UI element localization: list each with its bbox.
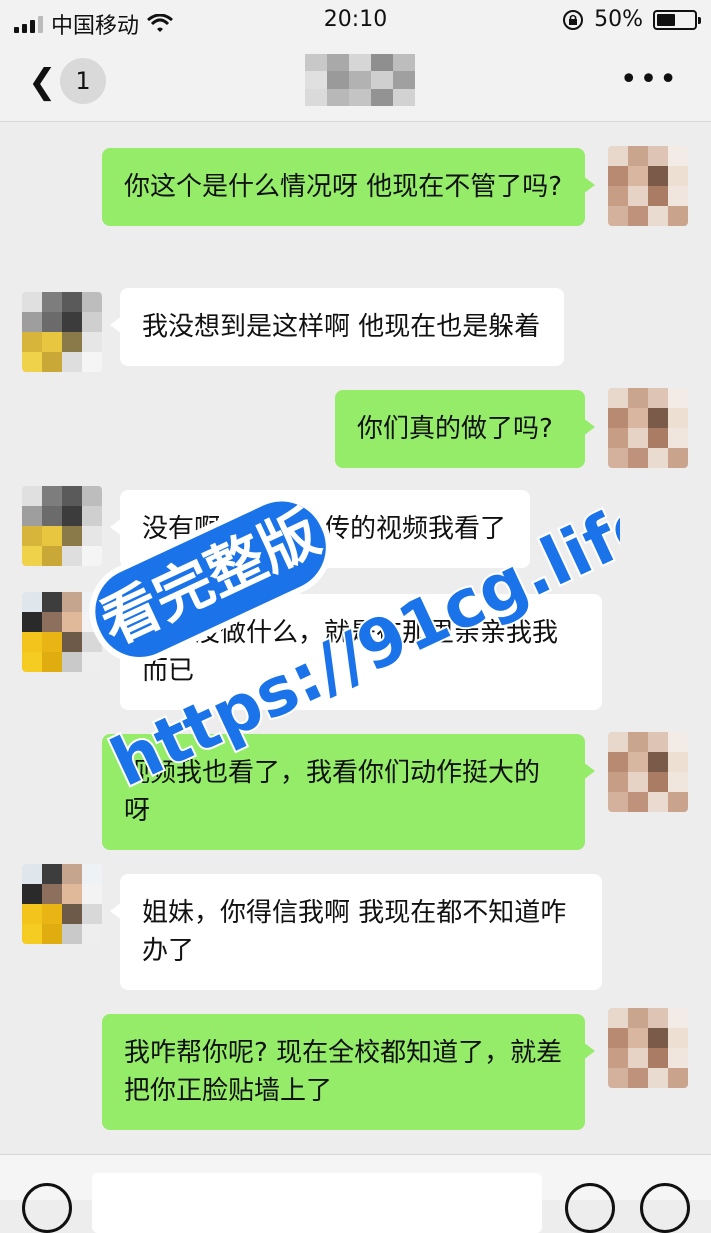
- status-right: 50%: [562, 7, 701, 32]
- message-bubble-received[interactable]: 我们没做什么，就是在那里亲亲我我而已: [110, 594, 602, 710]
- unread-count-badge[interactable]: 1: [60, 58, 106, 104]
- avatar-self[interactable]: [608, 1008, 688, 1088]
- chat-title-pixelated: [305, 54, 415, 106]
- message-input[interactable]: [92, 1173, 542, 1233]
- nav-bar: ❮ 1 •••: [0, 40, 711, 122]
- message-bubble-sent[interactable]: 视频我也看了，我看你们动作挺大的呀: [102, 734, 595, 850]
- avatar-self[interactable]: [608, 388, 688, 468]
- message-bubble-sent[interactable]: 你这个是什么情况呀 他现在不管了吗?: [102, 148, 595, 226]
- message-bubble-received[interactable]: 没有啊，学校里传的视频我看了: [110, 490, 530, 568]
- message-bubble-sent[interactable]: 我咋帮你呢? 现在全校都知道了，就差把你正脸贴墙上了: [102, 1014, 595, 1130]
- input-bar: [0, 1154, 711, 1233]
- status-bar: 中国移动 20:10 50%: [0, 0, 711, 40]
- avatar-self[interactable]: [608, 732, 688, 812]
- add-attachment-button[interactable]: [640, 1183, 690, 1233]
- message-bubble-received[interactable]: 我没想到是这样啊 他现在也是躲着: [110, 288, 564, 366]
- battery-percent: 50%: [594, 7, 643, 32]
- avatar-contact[interactable]: [22, 292, 102, 372]
- message-bubble-sent[interactable]: 你们真的做了吗?: [335, 390, 595, 468]
- battery-icon: [653, 9, 701, 30]
- avatar-contact[interactable]: [22, 864, 102, 944]
- emoji-button[interactable]: [565, 1183, 615, 1233]
- more-dots-icon[interactable]: •••: [620, 62, 679, 97]
- avatar-contact[interactable]: [22, 486, 102, 566]
- avatar-self[interactable]: [608, 146, 688, 226]
- lock-rotation-icon: [563, 9, 584, 30]
- message-bubble-received[interactable]: 姐妹，你得信我啊 我现在都不知道咋办了: [110, 874, 602, 990]
- voice-input-button[interactable]: [22, 1183, 72, 1233]
- chevron-left-icon[interactable]: ❮: [28, 62, 57, 102]
- chat-history[interactable]: 你这个是什么情况呀 他现在不管了吗? 我没想到是这样啊 他现在也是躲着 你们真的…: [0, 122, 711, 1154]
- avatar-contact[interactable]: [22, 592, 102, 672]
